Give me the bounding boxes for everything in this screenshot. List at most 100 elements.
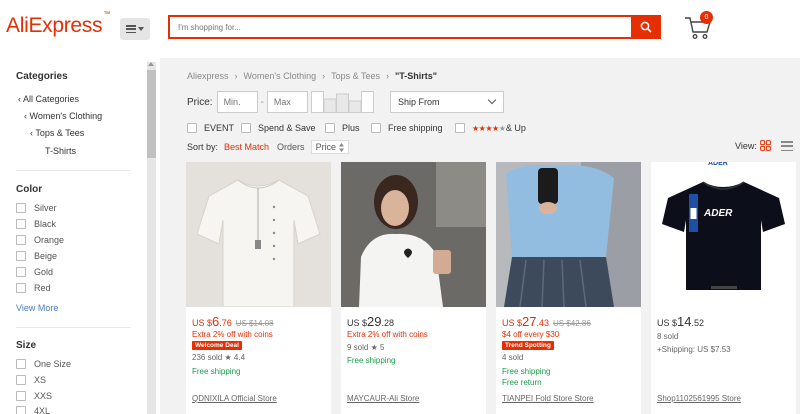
price-integer: 14 [677,314,692,329]
color-option-red[interactable]: Red [16,283,51,293]
product-card[interactable]: US $27.43 US $42.86 $4 off every $30 Tren… [496,162,641,414]
aliexpress-logo[interactable]: AliExpress™ [6,11,110,38]
checkbox[interactable] [241,123,251,133]
price-label: Price: [187,96,213,108]
promo-badge: Trend Spotting [502,341,554,350]
checkbox[interactable] [16,267,26,277]
search-button[interactable] [631,15,661,39]
category-link-tops[interactable]: ‹ Tops & Tees [30,128,84,138]
brand-tag-text: ADER [708,162,728,167]
sort-orders[interactable]: Orders [277,142,305,152]
checkbox[interactable] [371,123,381,133]
sort-price[interactable]: Price [310,140,350,154]
breadcrumb-link[interactable]: Tops & Tees [331,71,380,81]
cart-count-badge: 0 [700,11,713,24]
scrollbar-thumb[interactable] [147,70,156,158]
checkbox[interactable] [16,203,26,213]
sold-count: 9 sold [347,343,369,352]
color-option-gold[interactable]: Gold [16,267,53,277]
store-link[interactable]: Shop1102561995 Store [657,394,741,403]
product-image-woman-tshirt[interactable] [341,162,486,307]
filter-label: & Up [505,123,526,133]
price-histogram-icon[interactable] [311,91,377,113]
grid-view-icon[interactable] [760,140,771,151]
size-option-one-size[interactable]: One Size [16,359,71,369]
ship-from-select[interactable]: Ship From [390,91,504,113]
color-option-orange[interactable]: Orange [16,235,64,245]
scroll-up-arrow-icon[interactable] [148,62,154,66]
chevron-down-icon [487,95,497,105]
product-price: US $29.28 [347,314,394,329]
checkbox[interactable] [455,123,465,133]
product-image-white-blouse[interactable] [186,162,331,307]
checkbox[interactable] [16,235,26,245]
color-label: Gold [34,267,54,277]
category-link-label: Women's Clothing [29,111,103,121]
breadcrumb-link[interactable]: Women's Clothing [244,71,317,81]
checkbox[interactable] [16,359,26,369]
color-label: Red [34,283,51,293]
filter-plus[interactable]: Plus [325,123,360,133]
view-label: View: [735,141,757,151]
sold-count: 4 sold [502,353,524,362]
price-filter: Price: - [187,91,308,113]
price-currency: US $ [192,318,213,328]
sort-best-match[interactable]: Best Match [224,142,269,152]
search-bar [168,15,661,39]
category-link-all[interactable]: ‹ All Categories [18,94,79,104]
rating-value: 4.4 [233,353,246,362]
product-image-blue-tshirt[interactable] [496,162,641,307]
list-view-icon[interactable] [781,141,793,151]
price-integer: 27 [522,314,537,329]
view-more-link[interactable]: View More [16,303,58,313]
color-option-black[interactable]: Black [16,219,56,229]
header: AliExpress™ 0 [0,0,800,58]
product-price: US $27.43 US $42.86 [502,314,591,329]
sidebar-scrollbar[interactable] [147,62,156,414]
checkbox[interactable] [187,123,197,133]
size-option-xs[interactable]: XS [16,375,46,385]
breadcrumb-link[interactable]: Aliexpress [187,71,229,81]
search-input[interactable] [170,17,630,37]
product-card[interactable]: US $6.76 US $14.08 Extra 2% off with coin… [186,162,331,414]
filter-spend-save[interactable]: Spend & Save [241,123,316,133]
store-link[interactable]: QDNIXILA Official Store [192,394,277,403]
size-label: XS [34,375,47,385]
price-currency: US $ [657,318,678,328]
filter-rating[interactable]: ★★★★ ★ & Up [455,123,526,133]
product-card[interactable]: ADER ADER US $14.52 8 sold +Shipping: US… [651,162,796,414]
category-link-womens[interactable]: ‹ Women's Clothing [24,111,102,121]
price-decimal: .28 [381,318,394,328]
checkbox[interactable] [325,123,335,133]
checkbox[interactable] [16,406,26,414]
price-decimal: .76 [219,318,232,328]
menu-icon [126,25,136,33]
color-title: Color [16,184,43,195]
category-menu-button[interactable] [120,18,150,40]
color-option-beige[interactable]: Beige [16,251,57,261]
price-max-input[interactable] [266,91,308,113]
size-option-4xl[interactable]: 4XL [16,406,50,414]
color-label: Silver [34,203,57,213]
price-currency: US $ [502,318,523,328]
checkbox[interactable] [16,219,26,229]
color-option-silver[interactable]: Silver [16,203,57,213]
product-card[interactable]: US $29.28 Extra 2% off with coins 9 sold… [341,162,486,414]
price-min-input[interactable] [216,91,258,113]
size-option-xxs[interactable]: XXS [16,391,52,401]
breadcrumb-separator-icon: › [234,71,238,81]
store-link[interactable]: TIANPEI Fold Store Store [502,394,594,403]
size-label: XXS [34,391,53,401]
search-icon [640,21,652,33]
product-image-ader-tshirt[interactable]: ADER ADER [651,162,796,307]
star-empty-icon: ★ [498,123,506,133]
checkbox[interactable] [16,375,26,385]
checkbox[interactable] [16,251,26,261]
filter-event[interactable]: EVENT [187,123,234,133]
store-link[interactable]: MAYCAUR-Ali Store [347,394,419,403]
checkbox[interactable] [16,283,26,293]
filter-free-shipping[interactable]: Free shipping [371,123,443,133]
promo-text: $4 off every $30 [502,330,560,339]
tshirt-graphic [662,181,785,290]
checkbox[interactable] [16,391,26,401]
